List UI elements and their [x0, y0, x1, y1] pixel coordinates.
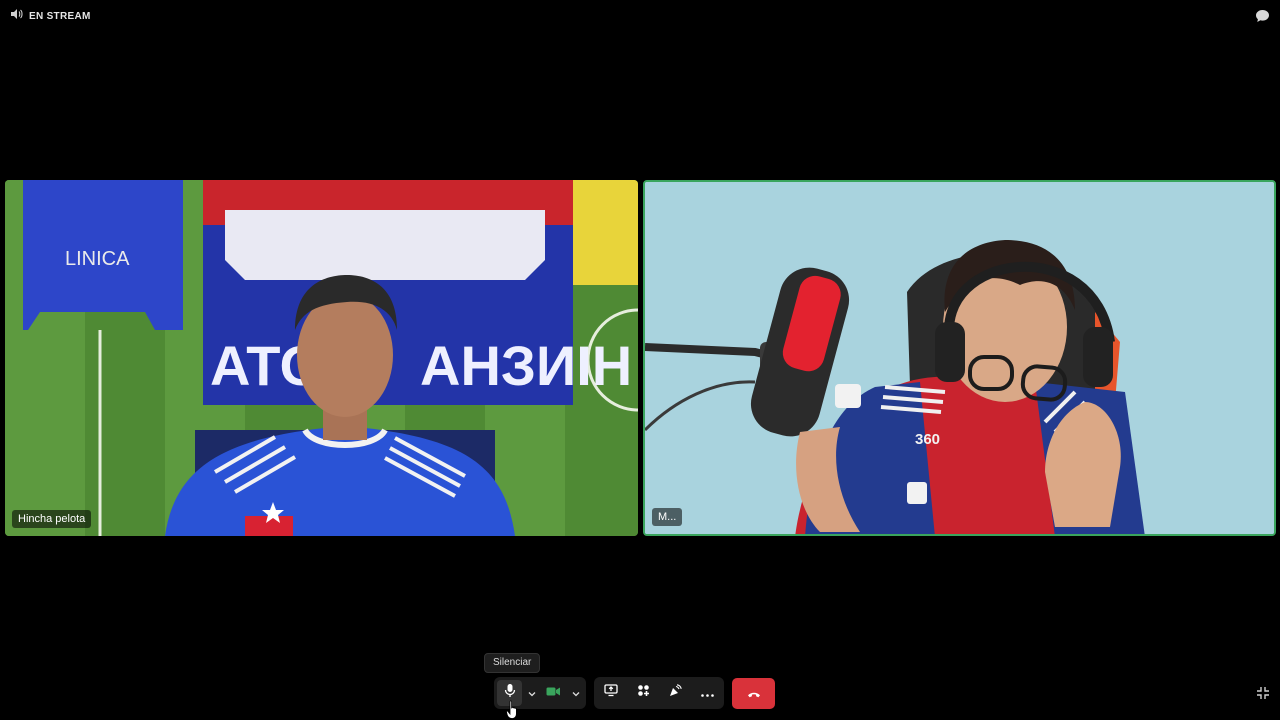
extras-group	[594, 677, 724, 709]
participant-video: 360	[645, 182, 1274, 534]
volume-icon[interactable]	[10, 7, 23, 25]
chevron-down-icon	[572, 684, 580, 702]
participant-name-tag: Hincha pelota	[12, 510, 92, 528]
svg-text:AHЗИIH: AHЗИIH	[420, 334, 632, 397]
video-options-button[interactable]	[568, 680, 583, 706]
participant-tile-speaking[interactable]: 360 M...	[643, 180, 1276, 536]
mute-tooltip: Silenciar	[484, 653, 541, 673]
camera-button[interactable]	[541, 680, 566, 706]
participant-name-tag: M...	[652, 508, 683, 526]
audio-options-button[interactable]	[524, 680, 539, 706]
hang-up-icon	[747, 685, 761, 703]
stream-label: EN STREAM	[29, 10, 91, 22]
mouse-cursor-icon	[506, 700, 520, 720]
participant-video: LINICA ATO AHЗИIH	[5, 180, 638, 536]
top-bar: EN STREAM	[0, 0, 1280, 32]
camera-icon	[546, 684, 561, 702]
participant-tile-hincha-pelota[interactable]: LINICA ATO AHЗИIH Hincha pelota	[5, 180, 638, 536]
svg-text:LINICA: LINICA	[65, 248, 130, 270]
chat-bubble-icon[interactable]	[1254, 8, 1270, 24]
more-options-button[interactable]	[693, 680, 721, 706]
stream-indicator: EN STREAM	[10, 9, 91, 23]
disconnect-button[interactable]	[732, 678, 775, 709]
soundboard-icon	[668, 683, 682, 703]
screen-share-icon	[604, 684, 618, 702]
exit-fullscreen-icon[interactable]	[1256, 686, 1270, 700]
activities-button[interactable]	[629, 680, 657, 706]
chevron-down-icon	[528, 684, 536, 702]
screen-share-button[interactable]	[597, 680, 625, 706]
activities-icon	[637, 684, 650, 702]
video-stage: LINICA ATO AHЗИIH Hincha pelota 360 M...	[0, 180, 1280, 536]
soundboard-button[interactable]	[661, 680, 689, 706]
svg-text:360: 360	[915, 431, 940, 448]
more-icon	[700, 684, 714, 702]
extra-controls	[594, 677, 724, 709]
